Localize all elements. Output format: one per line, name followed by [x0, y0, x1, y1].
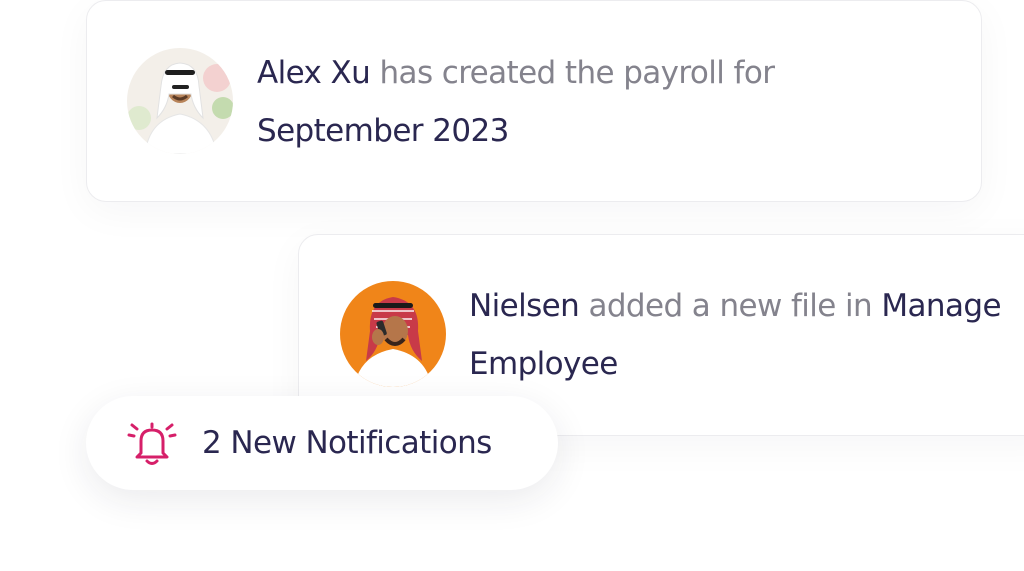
- actor-name[interactable]: Alex Xu: [257, 55, 371, 91]
- badge-label: 2 New Notifications: [202, 425, 492, 461]
- notification-object-continued[interactable]: Employee: [469, 346, 618, 382]
- notification-action: has created the payroll for: [379, 55, 775, 91]
- notifications-panel: Alex Xu has created the payroll for Sept…: [0, 0, 1024, 571]
- notification-message: Nielsen added a new file in Manage Emplo…: [469, 277, 1002, 393]
- avatar: [340, 281, 446, 387]
- notification-message: Alex Xu has created the payroll for Sept…: [257, 44, 775, 160]
- new-notifications-badge[interactable]: 2 New Notifications: [86, 396, 558, 490]
- notification-object[interactable]: Manage: [881, 288, 1001, 324]
- user-avatar-photo-icon: [340, 281, 446, 387]
- avatar: [127, 48, 233, 154]
- user-avatar-photo-icon: [127, 48, 233, 154]
- actor-name[interactable]: Nielsen: [469, 288, 580, 324]
- bell-icon: [127, 422, 177, 465]
- notification-action: added a new file in: [588, 288, 873, 324]
- notification-object[interactable]: September 2023: [257, 113, 509, 149]
- notification-card[interactable]: Alex Xu has created the payroll for Sept…: [86, 0, 982, 202]
